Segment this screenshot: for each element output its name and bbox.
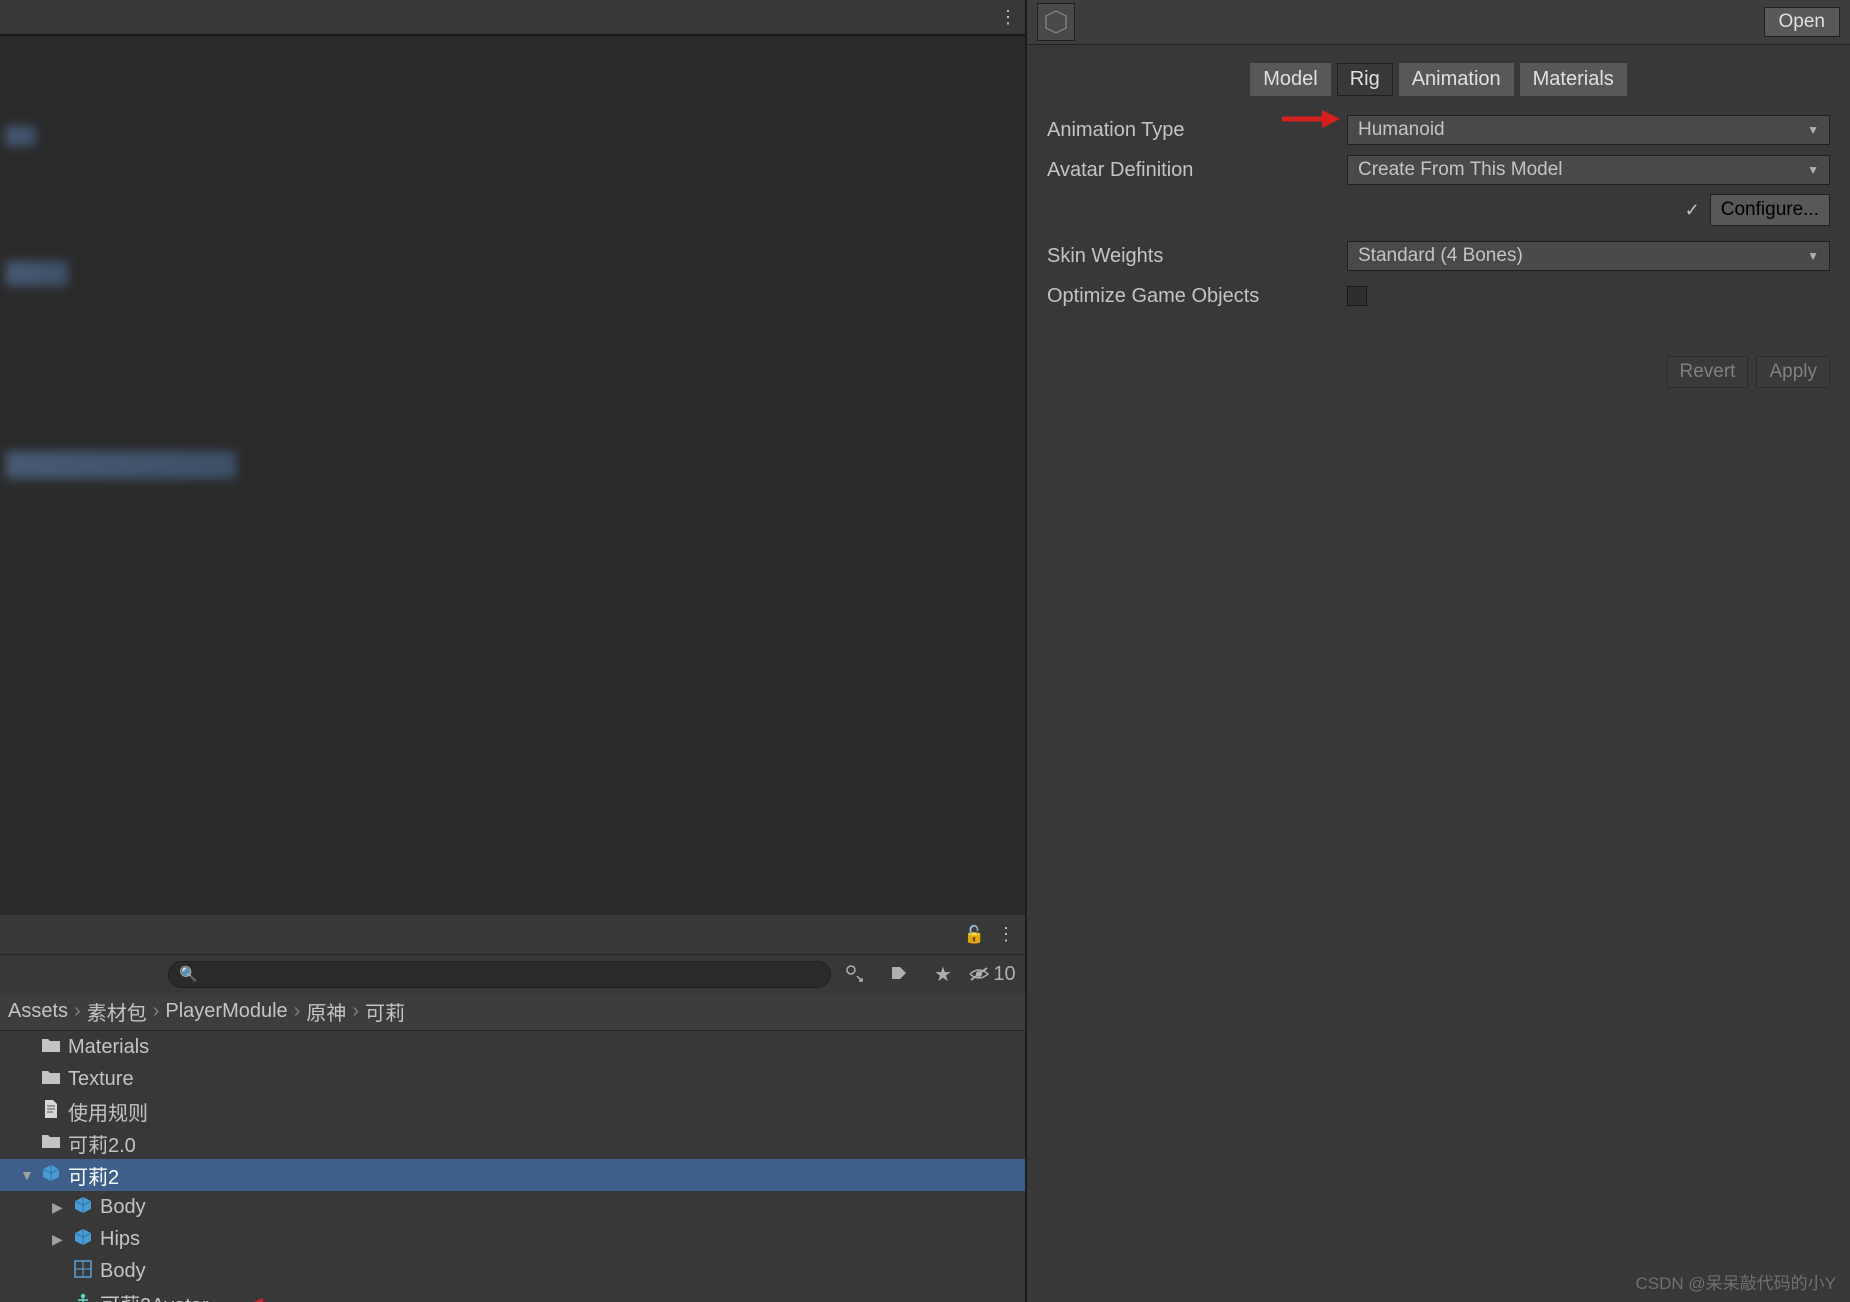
chevron-right-icon: › xyxy=(352,1000,359,1023)
expand-toggle-icon[interactable]: ▼ xyxy=(20,1167,34,1183)
chevron-right-icon: › xyxy=(294,1000,301,1023)
skin-weights-label: Skin Weights xyxy=(1047,245,1347,268)
breadcrumb-item[interactable]: 原神 xyxy=(306,997,346,1026)
doc-icon xyxy=(40,1099,62,1124)
tab-model[interactable]: Model xyxy=(1250,63,1330,96)
folder-icon xyxy=(40,1037,62,1058)
folder-icon xyxy=(40,1133,62,1154)
filter-by-label-icon[interactable] xyxy=(879,959,919,989)
file-name: 可莉2Avatar xyxy=(100,1289,209,1302)
skin-weights-dropdown[interactable]: Standard (4 Bones) ▼ xyxy=(1347,241,1830,271)
configure-button[interactable]: Configure... xyxy=(1710,194,1830,226)
more-menu-icon[interactable]: ⋮ xyxy=(999,7,1017,28)
search-icon: 🔍 xyxy=(179,965,198,983)
chevron-right-icon: › xyxy=(153,1000,160,1023)
file-name: Materials xyxy=(68,1036,149,1059)
tab-materials[interactable]: Materials xyxy=(1520,63,1627,96)
chevron-down-icon: ▼ xyxy=(1807,249,1819,263)
project-search-row: 🔍 ★ 10 xyxy=(0,955,1025,993)
file-row[interactable]: Materials xyxy=(0,1031,1025,1063)
file-name: 使用规则 xyxy=(68,1097,148,1126)
check-icon: ✓ xyxy=(1685,200,1700,221)
redacted-region xyxy=(6,126,36,146)
file-name: 可莉2.0 xyxy=(68,1129,136,1158)
file-name: Hips xyxy=(100,1228,140,1251)
apply-button[interactable]: Apply xyxy=(1756,356,1830,388)
animation-type-dropdown[interactable]: Humanoid ▼ xyxy=(1347,115,1830,145)
chevron-down-icon: ▼ xyxy=(1807,163,1819,177)
hidden-count: 10 xyxy=(993,963,1015,986)
grid-icon xyxy=(72,1260,94,1283)
tab-animation[interactable]: Animation xyxy=(1399,63,1514,96)
chevron-down-icon: ▼ xyxy=(1807,123,1819,137)
file-row[interactable]: Body xyxy=(0,1255,1025,1287)
preview-toolbar: ⋮ xyxy=(0,0,1025,35)
file-row[interactable]: Texture xyxy=(0,1063,1025,1095)
avatar-definition-label: Avatar Definition xyxy=(1047,159,1347,182)
breadcrumb-item[interactable]: 可莉 xyxy=(365,997,405,1026)
file-row[interactable]: 可莉2.0 xyxy=(0,1127,1025,1159)
project-more-icon[interactable]: ⋮ xyxy=(997,924,1015,945)
lock-icon[interactable]: 🔓 xyxy=(964,925,985,945)
file-row[interactable]: 可莉2Avatar xyxy=(0,1287,1025,1302)
expand-toggle-icon[interactable]: ▶ xyxy=(52,1231,66,1248)
cube-icon xyxy=(72,1227,94,1252)
open-button[interactable]: Open xyxy=(1764,7,1840,37)
apply-row: Revert Apply xyxy=(1027,316,1850,388)
file-row[interactable]: ▶ Hips xyxy=(0,1223,1025,1255)
search-input[interactable] xyxy=(202,964,820,985)
avatar-icon xyxy=(72,1291,94,1302)
project-file-list: MaterialsTexture使用规则可莉2.0▼可莉2▶Body▶HipsB… xyxy=(0,1031,1025,1302)
revert-button[interactable]: Revert xyxy=(1667,356,1749,388)
project-header: 🔓 ⋮ xyxy=(0,915,1025,955)
breadcrumb-item[interactable]: 素材包 xyxy=(87,997,147,1026)
favorite-filter-icon[interactable]: ★ xyxy=(923,959,963,989)
preview-area xyxy=(0,35,1025,915)
redacted-region xyxy=(6,451,236,479)
optimize-checkbox[interactable] xyxy=(1347,286,1367,306)
chevron-right-icon: › xyxy=(74,1000,81,1023)
file-name: Body xyxy=(100,1260,146,1283)
breadcrumb-item[interactable]: Assets xyxy=(8,1000,68,1023)
cube-icon xyxy=(72,1195,94,1220)
watermark-text: CSDN @呆呆敲代码的小Y xyxy=(1636,1269,1837,1294)
asset-thumbnail-icon xyxy=(1037,3,1075,41)
folder-icon xyxy=(40,1069,62,1090)
animation-type-label: Animation Type xyxy=(1047,119,1347,142)
inspector-panel: Open Model Rig Animation Materials Anima… xyxy=(1027,0,1850,1302)
avatar-definition-dropdown[interactable]: Create From This Model ▼ xyxy=(1347,155,1830,185)
file-row[interactable]: ▶ Body xyxy=(0,1191,1025,1223)
left-panel: ⋮ 🔓 ⋮ 🔍 ★ 10 xyxy=(0,0,1027,1302)
filter-by-type-icon[interactable] xyxy=(835,959,875,989)
expand-toggle-icon[interactable]: ▶ xyxy=(52,1199,66,1216)
file-row[interactable]: 使用规则 xyxy=(0,1095,1025,1127)
cube-icon xyxy=(40,1163,62,1188)
redacted-region xyxy=(6,261,68,286)
importer-tabs: Model Rig Animation Materials xyxy=(1027,45,1850,106)
breadcrumb-item[interactable]: PlayerModule xyxy=(165,1000,287,1023)
project-search[interactable]: 🔍 xyxy=(168,961,831,988)
file-name: Body xyxy=(100,1196,146,1219)
breadcrumb: Assets› 素材包› PlayerModule› 原神› 可莉 xyxy=(0,993,1025,1031)
tab-rig[interactable]: Rig xyxy=(1337,63,1393,96)
file-name: 可莉2 xyxy=(68,1161,119,1190)
optimize-game-objects-label: Optimize Game Objects xyxy=(1047,285,1347,308)
file-name: Texture xyxy=(68,1068,134,1091)
rig-properties: Animation Type Humanoid ▼ Avatar Definit… xyxy=(1027,106,1850,316)
hidden-filter-icon[interactable]: 10 xyxy=(967,959,1017,989)
file-row[interactable]: ▼ 可莉2 xyxy=(0,1159,1025,1191)
inspector-header: Open xyxy=(1027,0,1850,45)
